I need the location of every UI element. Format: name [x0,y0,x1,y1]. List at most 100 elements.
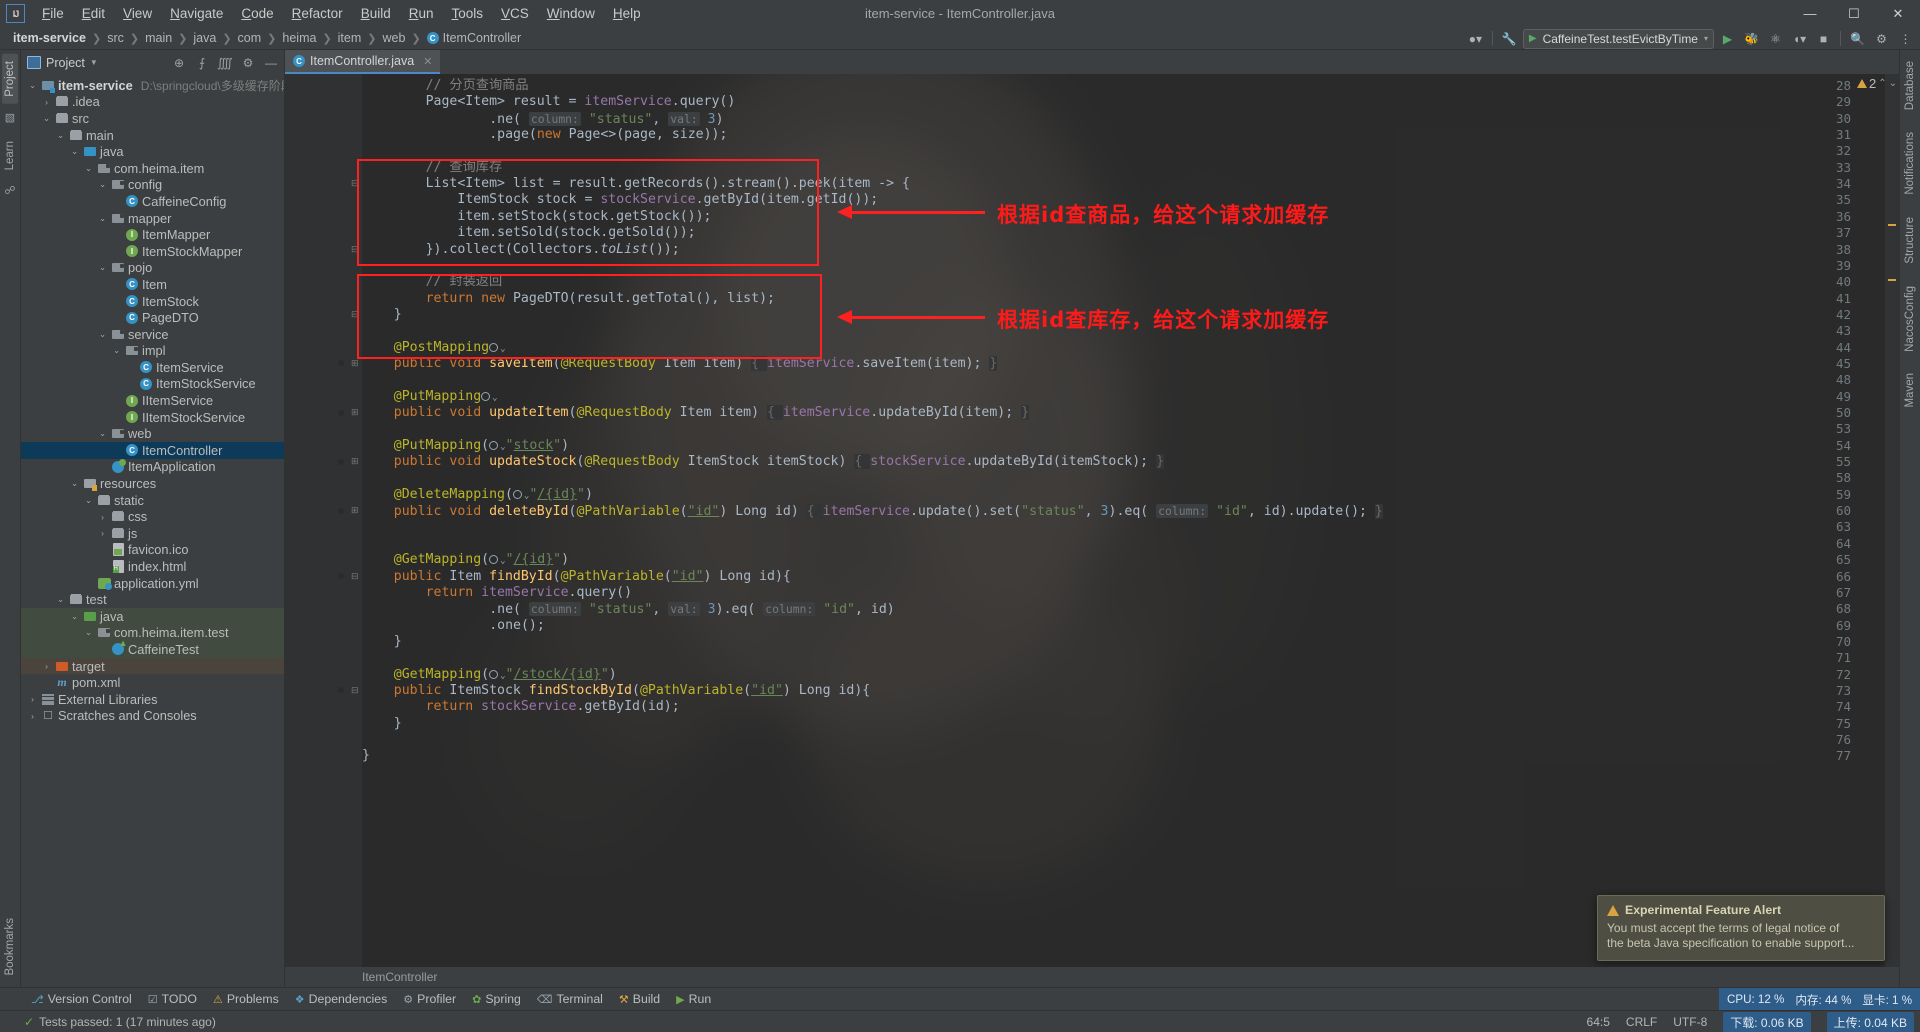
chevron-right-icon[interactable]: › [111,396,122,406]
network-download[interactable]: 下载: 0.06 KB [1723,1011,1811,1032]
code-fold-icon[interactable]: ⊟ [351,244,359,255]
editor-gutter[interactable] [285,74,362,967]
tree-node-itemstockmapper[interactable]: ›IItemStockMapper [21,243,284,260]
chevron-right-icon[interactable]: › [27,694,38,704]
wrench-icon[interactable]: 🔧 [1499,28,1520,49]
chevron-down-icon[interactable]: ⌄ [41,113,52,124]
tree-node-favicon-ico[interactable]: › favicon.ico [21,542,284,559]
chevron-right-icon[interactable]: › [125,379,136,389]
chevron-up-icon[interactable]: ⌃ [1878,78,1886,89]
chevron-down-icon[interactable]: ⌄ [83,163,94,174]
run-configuration-selector[interactable]: ▶ CaffeineTest.testEvictByTime ▾ [1522,28,1714,49]
chevron-right-icon[interactable]: › [111,196,122,206]
spring-endpoint-gutter-icon[interactable] [335,685,347,697]
tree-node-impl[interactable]: ⌄ impl [21,343,284,360]
tree-node-pagedto[interactable]: ›CPageDTO [21,309,284,326]
breadcrumb-item-itemcontroller[interactable]: C ItemController [422,30,527,46]
chevron-right-icon[interactable]: › [111,279,122,289]
tree-node-iitemservice[interactable]: ›IIItemService [21,392,284,409]
chevron-down-icon[interactable]: ⌄ [55,130,66,141]
tree-node-scratches-and-consoles[interactable]: › ☐ Scratches and Consoles [21,708,284,725]
tree-node-target[interactable]: › target [21,657,284,675]
code-fold-icon[interactable]: ⊟ [351,685,359,696]
tree-node-caffeinetest[interactable]: › CaffeineTest [21,641,284,658]
menu-item-run[interactable]: Run [400,3,443,24]
chevron-down-icon[interactable]: ⌄ [97,262,108,273]
breadcrumb-item-web[interactable]: web [378,30,411,46]
chevron-down-icon[interactable]: ⌄ [83,495,94,506]
menu-item-help[interactable]: Help [604,3,650,24]
code-editor[interactable]: 28 29 30 31 32 33 34 ⊟ 35 36 37 38 ⊟ 39 40 41 42 ⊟ 43 44 45 ⊞… [285,74,1899,967]
chevron-right-icon[interactable]: › [111,313,122,323]
menu-item-refactor[interactable]: Refactor [283,3,352,24]
tool-window-spring[interactable]: ✿ Spring [465,990,528,1008]
tree-node-java[interactable]: ⌄ java [21,608,284,625]
right-rail-item-nacosconfig[interactable]: NacosConfig [1902,279,1918,359]
breadcrumb-item-java[interactable]: java [188,30,221,46]
code-fold-icon[interactable]: ⊞ [351,407,359,418]
chevron-right-icon[interactable]: › [41,661,52,671]
inspection-summary[interactable]: 2 ⌃ ⌄ [1856,76,1897,91]
menu-item-vcs[interactable]: VCS [492,3,538,24]
chevron-right-icon[interactable]: › [27,711,38,721]
code-fold-icon[interactable]: ⊟ [351,178,359,189]
project-tree[interactable]: ⌄ item-service D:\springcloud\多级缓存阶段\item-… [21,75,284,987]
tree-node-resources[interactable]: ⌄ resources [21,475,284,492]
tree-node-itemcontroller[interactable]: ›CItemController [21,442,284,459]
code-fold-icon[interactable]: ⊟ [351,309,359,320]
menu-item-navigate[interactable]: Navigate [161,3,232,24]
tree-node-pom-xml[interactable]: › m pom.xml [21,674,284,691]
tool-window-profiler[interactable]: ⚙ Profiler [396,990,463,1008]
right-rail-item-notifications[interactable]: Notifications [1902,125,1918,202]
hide-panel-icon[interactable]: — [262,54,280,72]
tree-node-itemstockservice[interactable]: ›CItemStockService [21,376,284,393]
close-icon[interactable]: ✕ [423,55,432,68]
tree-node-test[interactable]: ⌄ test [21,591,284,608]
code-fold-icon[interactable]: ⊞ [351,358,359,369]
run-button[interactable]: ▶ [1717,28,1738,49]
debug-button[interactable]: 🐝 [1741,28,1762,49]
tree-node-web[interactable]: ⌄ web [21,425,284,442]
profiler-button[interactable]: ◖▾ [1789,28,1810,49]
chevron-down-icon[interactable]: ▼ [90,58,98,67]
sidebar-item-learn[interactable]: Learn [2,134,18,177]
tree-node-js[interactable]: › js [21,525,284,542]
chevron-down-icon[interactable]: ⌄ [1889,78,1897,89]
gear-icon[interactable]: ⚙ [239,54,257,72]
right-rail-item-maven[interactable]: Maven [1902,366,1918,415]
chevron-right-icon[interactable]: › [41,678,52,688]
tree-node-static[interactable]: ⌄ static [21,492,284,509]
caret-position[interactable]: 64:5 [1587,1015,1610,1029]
menu-item-view[interactable]: View [114,3,161,24]
chevron-right-icon[interactable]: › [97,644,108,654]
chevron-right-icon[interactable]: › [111,246,122,256]
breadcrumb-item-heima[interactable]: heima [277,30,321,46]
chevron-right-icon[interactable]: › [97,462,108,472]
learn-icon[interactable]: ☍ [2,182,19,199]
tree-node-itemapplication[interactable]: › ItemApplication [21,458,284,476]
tree-node-itemmapper[interactable]: ›IItemMapper [21,226,284,243]
chevron-down-icon[interactable]: ⌄ [97,428,108,439]
chevron-right-icon[interactable]: › [97,545,108,555]
chevron-right-icon[interactable]: › [111,296,122,306]
chevron-right-icon[interactable]: › [97,562,108,572]
commit-icon[interactable]: ▧ [2,109,19,126]
tree-node-index-html[interactable]: › index.html [21,558,284,575]
tree-node-application-yml[interactable]: › application.yml [21,575,284,592]
right-rail-item-structure[interactable]: Structure [1902,210,1918,271]
tree-node-itemservice[interactable]: ›CItemService [21,359,284,376]
breadcrumb-item-item-service[interactable]: item-service [8,30,91,46]
tree-node-item[interactable]: ›CItem [21,276,284,293]
tree-node--idea[interactable]: › .idea [21,94,284,111]
chevron-down-icon[interactable]: ⌄ [69,611,80,622]
more-options-icon[interactable]: ⋮ [1895,28,1916,49]
tool-window-dependencies[interactable]: ❖ Dependencies [288,990,395,1008]
user-icon[interactable]: ●▾ [1465,28,1486,49]
chevron-right-icon[interactable]: › [97,512,108,522]
menu-item-code[interactable]: Code [232,3,282,24]
tree-node-caffeineconfig[interactable]: ›CCaffeineConfig [21,193,284,210]
chevron-right-icon[interactable]: › [41,97,52,107]
sidebar-item-bookmarks[interactable]: Bookmarks [2,911,18,983]
tree-node-iitemstockservice[interactable]: ›IIItemStockService [21,409,284,426]
tree-node-service[interactable]: ⌄ service [21,326,284,343]
